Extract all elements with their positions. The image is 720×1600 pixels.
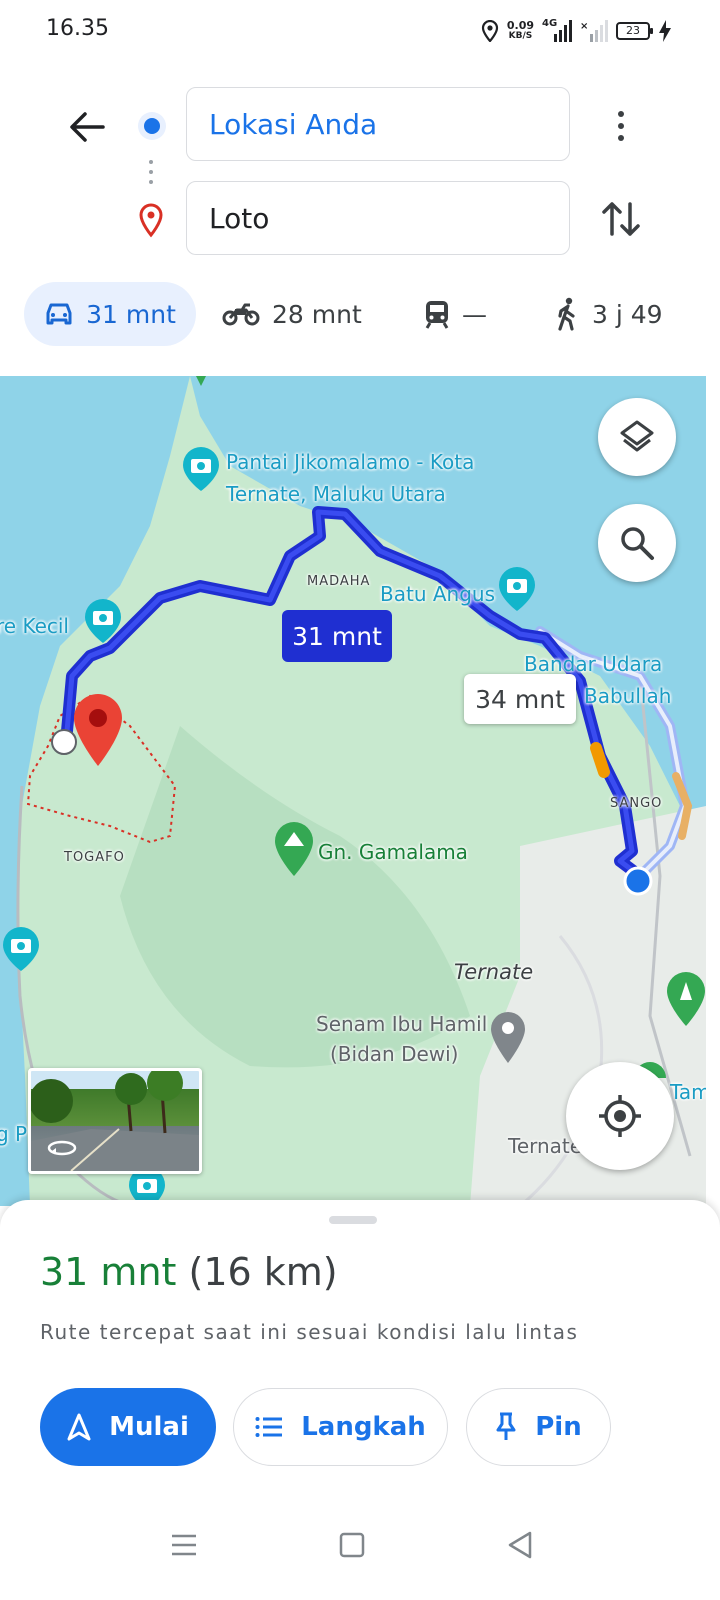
mode-motorcycle-time: 28 mnt [272, 299, 362, 329]
route-summary: 31 mnt (16 km) [40, 1250, 338, 1294]
street-view-360-icon [47, 1140, 77, 1156]
car-icon [46, 303, 72, 325]
origin-dot-icon [138, 112, 166, 140]
nav-menu-button[interactable] [154, 1520, 214, 1570]
motorcycle-icon [222, 303, 260, 326]
mode-motorcycle[interactable]: 28 mnt [222, 282, 362, 346]
system-nav-bar [0, 1500, 720, 1600]
location-status-icon [481, 20, 498, 42]
more-options-button[interactable] [604, 103, 638, 149]
crosshair-icon [599, 1095, 641, 1137]
label-madaha: MADAHA [307, 574, 371, 589]
route-note: Rute tercepat saat ini sesuai kondisi la… [40, 1320, 579, 1344]
net-speed-value: 0.09 [506, 19, 534, 32]
mode-walk[interactable]: 3 j 49 [556, 282, 663, 346]
mode-transit[interactable]: — [424, 282, 487, 346]
label-tam: Tam [670, 1080, 706, 1104]
label-senam-line1: Senam Ibu Hamil [316, 1012, 488, 1036]
layers-button[interactable] [598, 398, 676, 476]
search-icon [621, 527, 654, 560]
label-gamalama: Gn. Gamalama [318, 840, 468, 864]
re-kecil-camera-icon[interactable] [84, 598, 122, 644]
status-icons: 0.09 KB/S 4G × 23 [481, 14, 672, 48]
status-bar: 16.35 0.09 KB/S 4G × 23 [0, 0, 720, 64]
navigation-arrow-icon [67, 1413, 91, 1441]
label-bandara-line2: Babullah [584, 684, 672, 708]
travel-modes: 31 mnt 28 mnt — 3 j 49 [0, 282, 720, 346]
route-duration: 31 mnt [40, 1250, 177, 1294]
net-speed: 0.09 KB/S [507, 20, 534, 42]
my-location-button[interactable] [566, 1062, 674, 1170]
route-distance: (16 km) [188, 1250, 338, 1294]
origin-field[interactable]: Lokasi Anda [186, 87, 570, 161]
list-icon [255, 1417, 283, 1437]
label-re-kecil: re Kecil [0, 614, 69, 638]
battery-level: 23 [626, 24, 640, 37]
search-along-route-button[interactable] [598, 504, 676, 582]
swap-directions-button[interactable] [598, 196, 644, 242]
label-pantai-line1: Pantai Jikomalamo - Kota [226, 450, 475, 474]
net-speed-unit: KB/S [508, 31, 533, 41]
steps-button-label: Langkah [301, 1412, 426, 1442]
pin-button-label: Pin [535, 1412, 582, 1442]
start-button-label: Mulai [109, 1412, 189, 1442]
back-triangle-icon [508, 1531, 532, 1559]
label-ternate-mid: Ternate [454, 960, 534, 984]
label-senam-line2: (Bidan Dewi) [330, 1042, 459, 1066]
sheet-drag-handle[interactable] [329, 1216, 377, 1224]
menu-icon [172, 1534, 196, 1556]
charging-icon [659, 20, 671, 42]
street-view-thumbnail[interactable] [28, 1068, 202, 1174]
label-sango: SANGO [610, 796, 663, 811]
map-view[interactable]: Pantai Jikomalamo - Kota Ternate, Maluku… [0, 376, 706, 1206]
walk-icon [558, 297, 575, 331]
steps-button[interactable]: Langkah [233, 1388, 448, 1466]
mode-car-time: 31 mnt [86, 299, 176, 329]
batu-angus-camera-icon[interactable] [498, 566, 536, 612]
route-dots-icon [149, 160, 153, 190]
label-g-p: g P [0, 1122, 28, 1146]
signal-icon-empty: × [580, 20, 608, 42]
svg-text:×: × [580, 21, 588, 32]
transit-icon [425, 301, 449, 329]
destination-field[interactable]: Loto [186, 181, 570, 255]
mode-car[interactable]: 31 mnt [24, 282, 196, 346]
route-duration-alternate[interactable]: 34 mnt [464, 674, 576, 724]
pushpin-icon [496, 1412, 516, 1440]
destination-pin-icon [139, 203, 163, 238]
label-batu-angus: Batu Angus [380, 582, 495, 606]
label-pantai-line2: Ternate, Maluku Utara [226, 482, 446, 506]
arrow-back-icon [70, 112, 105, 142]
nav-home-button[interactable] [322, 1520, 382, 1570]
mode-walk-time: 3 j 49 [592, 299, 663, 329]
route-duration-primary[interactable]: 31 mnt [282, 610, 392, 662]
label-togafo: TOGAFO [64, 850, 125, 865]
route-summary-sheet: 31 mnt (16 km) Rute tercepat saat ini se… [0, 1200, 720, 1500]
status-time: 16.35 [46, 16, 109, 41]
coast-camera-icon[interactable] [2, 926, 40, 972]
nav-back-button[interactable] [490, 1520, 550, 1570]
battery-icon: 23 [616, 22, 653, 40]
home-square-icon [339, 1532, 365, 1558]
beach-camera-icon[interactable] [182, 446, 220, 492]
label-bandara-line1: Bandar Udara [524, 652, 663, 676]
mode-transit-time: — [462, 299, 487, 329]
pin-button[interactable]: Pin [466, 1388, 611, 1466]
layers-icon [620, 420, 654, 452]
back-button[interactable] [62, 102, 112, 152]
start-button[interactable]: Mulai [40, 1388, 216, 1466]
signal-icon-4g: 4G [542, 18, 572, 42]
